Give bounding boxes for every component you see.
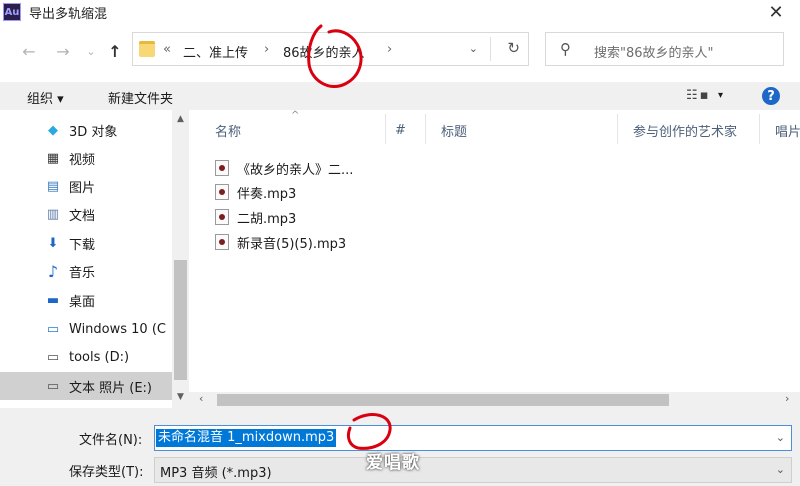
file-name: 二胡.mp3 xyxy=(237,211,297,227)
film-icon: ▦ xyxy=(46,150,60,166)
sidebar-item-videos[interactable]: ▦ 视频 xyxy=(0,144,172,172)
export-multitrack-mixdown-dialog: Au 导出多轨缩混 ✕ ← → ⌄ ↑ « 二、准上传 › 86故乡的亲人 › … xyxy=(0,0,800,486)
organize-button[interactable]: 组织 ▾ xyxy=(27,88,64,107)
sidebar-item-label: 文本 照片 (E:) xyxy=(69,380,153,396)
forward-button[interactable]: → xyxy=(52,40,74,62)
audio-file-icon xyxy=(215,184,229,200)
file-name: 伴奏.mp3 xyxy=(237,186,297,202)
sidebar-item-music[interactable]: ♪ 音乐 xyxy=(0,257,172,285)
close-button[interactable]: ✕ xyxy=(764,0,788,24)
file-row[interactable]: 新录音(5)(5).mp3 xyxy=(215,230,346,254)
scroll-right-arrow[interactable]: › xyxy=(785,392,789,405)
desktop-icon: ▬ xyxy=(46,292,60,308)
sidebar-item-label: 文档 xyxy=(69,208,96,224)
sidebar-item-label: Windows 10 (C xyxy=(69,321,166,337)
sidebar-item-drive-d[interactable]: ▭ tools (D:) xyxy=(0,343,172,371)
help-button[interactable]: ? xyxy=(762,87,780,105)
column-header-title[interactable]: 标题 xyxy=(415,110,615,150)
file-row[interactable]: 《故乡的亲人》二... xyxy=(215,156,353,180)
sidebar-item-label: 3D 对象 xyxy=(69,124,118,140)
new-folder-button[interactable]: 新建文件夹 xyxy=(108,88,173,107)
address-dropdown[interactable]: ⌄ xyxy=(469,42,478,55)
audio-file-icon xyxy=(215,160,229,176)
sidebar-item-more[interactable]: ▭ ... xyxy=(0,400,172,409)
sidebar-item-label: 视频 xyxy=(69,152,96,168)
breadcrumb-separator[interactable]: › xyxy=(387,42,392,57)
address-bar[interactable]: « 二、准上传 › 86故乡的亲人 › ⌄ ↻ xyxy=(132,32,529,66)
sidebar-item-pictures[interactable]: ▤ 图片 xyxy=(0,172,172,200)
scroll-left-arrow[interactable]: ‹ xyxy=(199,392,203,405)
music-icon: ♪ xyxy=(47,261,59,281)
address-divider xyxy=(490,37,491,61)
filetype-select[interactable]: MP3 音频 (*.mp3) ⌄ xyxy=(154,457,792,483)
scroll-up-arrow[interactable]: ▲ xyxy=(172,114,189,124)
scrollbar-thumb[interactable] xyxy=(174,260,187,380)
file-row[interactable]: 伴奏.mp3 xyxy=(215,180,296,204)
chevron-down-icon[interactable]: ⌄ xyxy=(776,431,785,444)
refresh-icon[interactable]: ↻ xyxy=(507,39,520,57)
file-name: 《故乡的亲人》二... xyxy=(237,162,354,178)
windows-drive-icon: ▭ xyxy=(46,321,60,337)
sidebar-item-label: 下载 xyxy=(69,237,96,253)
filename-value[interactable]: 未命名混音 1_mixdown.mp3 xyxy=(156,429,337,447)
sidebar-item-downloads[interactable]: ⬇ 下载 xyxy=(0,229,172,257)
back-button[interactable]: ← xyxy=(18,40,40,62)
column-header-album[interactable]: 唱片 xyxy=(749,110,800,150)
audio-file-icon xyxy=(215,234,229,250)
filetype-value: MP3 音频 (*.mp3) xyxy=(160,466,272,481)
audio-file-icon xyxy=(215,209,229,225)
navigation-pane: ◆ 3D 对象 ▦ 视频 ▤ 图片 ▥ 文档 ⬇ 下载 ♪ 音乐 ▬ 桌面 ▭ … xyxy=(0,110,172,408)
sidebar-item-label: 桌面 xyxy=(69,294,96,310)
folder-icon xyxy=(139,41,155,57)
sidebar-item-label: 音乐 xyxy=(69,265,96,281)
download-icon: ⬇ xyxy=(47,235,59,251)
search-placeholder: 搜索"86故乡的亲人" xyxy=(594,46,714,61)
drive-icon: ▭ xyxy=(46,349,60,365)
column-header-number[interactable]: # xyxy=(369,110,419,150)
column-header-name[interactable]: 名称 xyxy=(189,110,385,150)
search-icon: ⚲ xyxy=(560,40,571,58)
browser-area: ◆ 3D 对象 ▦ 视频 ▤ 图片 ▥ 文档 ⬇ 下载 ♪ 音乐 ▬ 桌面 ▭ … xyxy=(0,110,800,408)
file-list: ^ 名称 # 标题 参与创作的艺术家 唱片 《故乡的亲人》二... 伴奏.mp3… xyxy=(189,110,800,408)
chevron-down-icon[interactable]: ⌄ xyxy=(776,463,785,476)
filename-label: 文件名(N): xyxy=(79,433,143,448)
view-dropdown-arrow[interactable]: ▾ xyxy=(718,90,723,101)
sidebar-item-label: 图片 xyxy=(69,180,96,196)
column-header-artists[interactable]: 参与创作的艺术家 xyxy=(607,110,757,150)
recent-locations-dropdown[interactable]: ⌄ xyxy=(80,40,102,62)
scrollbar-thumb[interactable] xyxy=(217,394,669,406)
dialog-title: 导出多轨缩混 xyxy=(29,6,108,22)
file-row[interactable]: 二胡.mp3 xyxy=(215,205,296,229)
sidebar-item-drive-e[interactable]: ▭ 文本 照片 (E:) xyxy=(0,372,172,400)
view-options-icon[interactable]: ☷ ▪ xyxy=(686,88,709,103)
sidebar-item-drive-c[interactable]: ▭ Windows 10 (C xyxy=(0,315,172,343)
picture-icon: ▤ xyxy=(46,178,60,194)
title-bar: Au 导出多轨缩混 ✕ xyxy=(0,0,800,24)
search-box[interactable]: ⚲ 搜索"86故乡的亲人" xyxy=(545,32,784,66)
breadcrumb-item-current[interactable]: 86故乡的亲人 xyxy=(283,42,365,61)
sidebar-item-desktop[interactable]: ▬ 桌面 xyxy=(0,286,172,314)
scroll-down-arrow[interactable]: ▼ xyxy=(172,392,189,402)
breadcrumb-separator[interactable]: › xyxy=(264,42,269,57)
file-name: 新录音(5)(5).mp3 xyxy=(237,236,347,252)
sidebar-item-3d-objects[interactable]: ◆ 3D 对象 xyxy=(0,116,172,144)
breadcrumb-overflow[interactable]: « xyxy=(163,42,171,57)
navigation-scrollbar[interactable]: ▲ ▼ xyxy=(172,110,189,408)
filetype-label: 保存类型(T): xyxy=(69,465,144,480)
cube-icon: ◆ xyxy=(48,122,58,138)
breadcrumb-item[interactable]: 二、准上传 xyxy=(183,42,248,61)
command-toolbar: 组织 ▾ 新建文件夹 ☷ ▪ ▾ ? xyxy=(0,82,800,110)
audition-app-icon: Au xyxy=(3,3,21,21)
sidebar-item-documents[interactable]: ▥ 文档 xyxy=(0,200,172,228)
drive-icon: ▭ xyxy=(46,378,60,394)
horizontal-scrollbar[interactable]: ‹ › xyxy=(189,392,800,408)
up-folder-button[interactable]: ↑ xyxy=(104,40,126,62)
filename-input[interactable]: 未命名混音 1_mixdown.mp3 ⌄ xyxy=(154,425,792,451)
sidebar-item-label: tools (D:) xyxy=(69,349,130,365)
save-options-panel: 文件名(N): 未命名混音 1_mixdown.mp3 ⌄ 保存类型(T): M… xyxy=(0,408,800,486)
watermark-text: 爱唱歌 xyxy=(366,453,420,473)
document-icon: ▥ xyxy=(46,206,60,222)
